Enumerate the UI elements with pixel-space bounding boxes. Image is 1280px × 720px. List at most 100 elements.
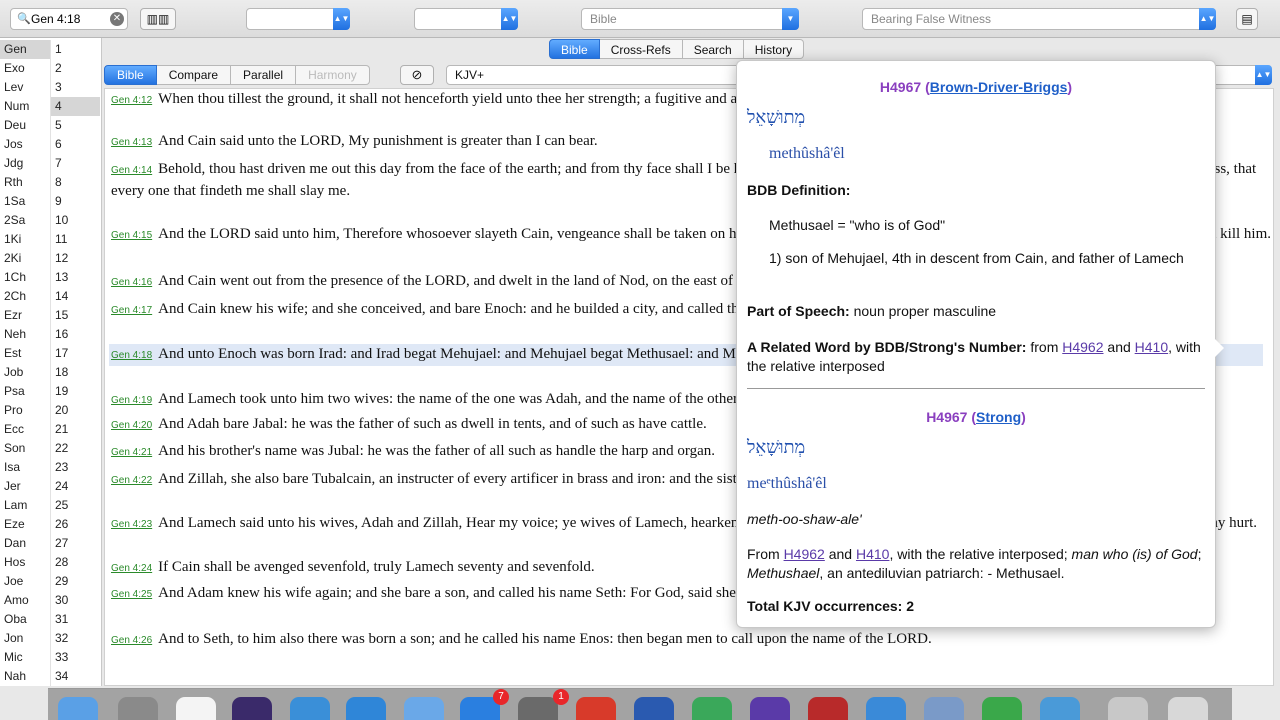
chapter-item[interactable]: 8 <box>51 173 100 192</box>
chapter-item[interactable]: 3 <box>51 78 100 97</box>
bible-app-icon[interactable] <box>808 697 848 720</box>
chapter-item[interactable]: 14 <box>51 287 100 306</box>
book-item[interactable]: Gen <box>0 40 50 59</box>
verse-row[interactable]: Gen 4:26 And to Seth, to him also there w… <box>111 629 1271 651</box>
book-item[interactable]: Neh <box>0 325 50 344</box>
book-item[interactable]: Amo <box>0 591 50 610</box>
chapter-item[interactable]: 34 <box>51 667 100 686</box>
book-item[interactable]: Pro <box>0 401 50 420</box>
messages-icon[interactable] <box>982 697 1022 720</box>
verse-reference-link[interactable]: Gen 4:20 <box>111 420 152 431</box>
book-item[interactable]: Num <box>0 97 50 116</box>
verse-reference-link[interactable]: Gen 4:22 <box>111 475 152 486</box>
chapter-item[interactable]: 31 <box>51 610 100 629</box>
launchpad-icon[interactable] <box>118 697 158 720</box>
chapter-item[interactable]: 7 <box>51 154 100 173</box>
chapter-item[interactable]: 25 <box>51 496 100 515</box>
book-item[interactable]: 1Ch <box>0 268 50 287</box>
chapter-item[interactable]: 30 <box>51 591 100 610</box>
book-item[interactable]: Oba <box>0 610 50 629</box>
book-item[interactable]: Est <box>0 344 50 363</box>
verse-reference-link[interactable]: Gen 4:23 <box>111 519 152 530</box>
activity-monitor-icon[interactable] <box>692 697 732 720</box>
book-item[interactable]: Son <box>0 439 50 458</box>
segment-bible[interactable]: Bible <box>104 65 157 85</box>
chapter-item[interactable]: 21 <box>51 420 100 439</box>
book-item[interactable]: Jos <box>0 135 50 154</box>
verse-search-input[interactable] <box>31 12 109 26</box>
chapter-item[interactable]: 18 <box>51 363 100 382</box>
book-item[interactable]: Jon <box>0 629 50 648</box>
chapter-item[interactable]: 16 <box>51 325 100 344</box>
verse-reference-link[interactable]: Gen 4:17 <box>111 305 152 316</box>
book-item[interactable]: Mic <box>0 648 50 667</box>
related-link-2[interactable]: H410 <box>1135 339 1168 355</box>
book-item[interactable]: Nah <box>0 667 50 686</box>
verse-reference-link[interactable]: Gen 4:15 <box>111 230 152 241</box>
book-item[interactable]: 2Ki <box>0 249 50 268</box>
book-item[interactable]: Psa <box>0 382 50 401</box>
related-link-1[interactable]: H4962 <box>1062 339 1103 355</box>
chapter-item[interactable]: 2 <box>51 59 100 78</box>
chapter-item[interactable]: 6 <box>51 135 100 154</box>
toolbar-select-2[interactable]: ▲▼ <box>414 8 518 30</box>
chapter-item[interactable]: 1 <box>51 40 100 59</box>
chapter-item[interactable]: 12 <box>51 249 100 268</box>
word-icon[interactable] <box>634 697 674 720</box>
document-button[interactable]: ▤ <box>1236 8 1258 30</box>
tab-cross-refs[interactable]: Cross-Refs <box>599 39 683 59</box>
module-type-select[interactable]: Bible ▼ <box>581 8 799 30</box>
tab-bible[interactable]: Bible <box>549 39 600 59</box>
segment-compare[interactable]: Compare <box>156 65 232 85</box>
book-item[interactable]: 1Ki <box>0 230 50 249</box>
chapter-item[interactable]: 20 <box>51 401 100 420</box>
book-item[interactable]: Dan <box>0 534 50 553</box>
chapter-item[interactable]: 11 <box>51 230 100 249</box>
chapter-item[interactable]: 4 <box>51 97 100 116</box>
chapter-item[interactable]: 13 <box>51 268 100 287</box>
verse-reference-link[interactable]: Gen 4:21 <box>111 447 152 458</box>
chapter-item[interactable]: 10 <box>51 211 100 230</box>
verse-reference-link[interactable]: Gen 4:18 <box>111 350 152 361</box>
firefox-icon[interactable] <box>232 697 272 720</box>
book-item[interactable]: Ecc <box>0 420 50 439</box>
strong-ref-link-2[interactable]: H410 <box>856 546 889 562</box>
safari-icon[interactable] <box>290 697 330 720</box>
clear-search-icon[interactable]: ✕ <box>110 12 124 26</box>
chapter-item[interactable]: 9 <box>51 192 100 211</box>
chapter-item[interactable]: 32 <box>51 629 100 648</box>
verse-reference-link[interactable]: Gen 4:19 <box>111 395 152 406</box>
folder-icon[interactable] <box>924 697 964 720</box>
toolbar-select-1[interactable]: ▲▼ <box>246 8 350 30</box>
book-item[interactable]: 2Ch <box>0 287 50 306</box>
chapter-item[interactable]: 29 <box>51 572 100 591</box>
finder-icon[interactable] <box>58 697 98 720</box>
book-item[interactable]: Ezr <box>0 306 50 325</box>
chapter-item[interactable]: 28 <box>51 553 100 572</box>
book-item[interactable]: Jer <box>0 477 50 496</box>
chapter-item[interactable]: 17 <box>51 344 100 363</box>
book-item[interactable]: Hos <box>0 553 50 572</box>
chapter-item[interactable]: 5 <box>51 116 100 135</box>
browser-icon[interactable] <box>346 697 386 720</box>
verse-reference-link[interactable]: Gen 4:12 <box>111 95 152 106</box>
topic-select[interactable]: Bearing False Witness ▲▼ <box>862 8 1216 30</box>
trash-icon[interactable] <box>1168 697 1208 720</box>
book-item[interactable]: Lam <box>0 496 50 515</box>
strong-source-link[interactable]: Strong <box>976 409 1021 425</box>
chapter-item[interactable]: 22 <box>51 439 100 458</box>
preview-icon[interactable] <box>404 697 444 720</box>
chapter-item[interactable]: 15 <box>51 306 100 325</box>
telegram-icon[interactable] <box>866 697 906 720</box>
verse-reference-link[interactable]: Gen 4:13 <box>111 137 152 148</box>
book-item[interactable]: Deu <box>0 116 50 135</box>
downloads-icon[interactable] <box>1108 697 1148 720</box>
segment-parallel[interactable]: Parallel <box>231 65 297 85</box>
book-item[interactable]: Lev <box>0 78 50 97</box>
verse-reference-link[interactable]: Gen 4:26 <box>111 635 152 646</box>
chapter-item[interactable]: 26 <box>51 515 100 534</box>
tab-history[interactable]: History <box>743 39 805 59</box>
imovie-icon[interactable] <box>750 697 790 720</box>
book-item[interactable]: Jdg <box>0 154 50 173</box>
verse-reference-link[interactable]: Gen 4:25 <box>111 589 152 600</box>
